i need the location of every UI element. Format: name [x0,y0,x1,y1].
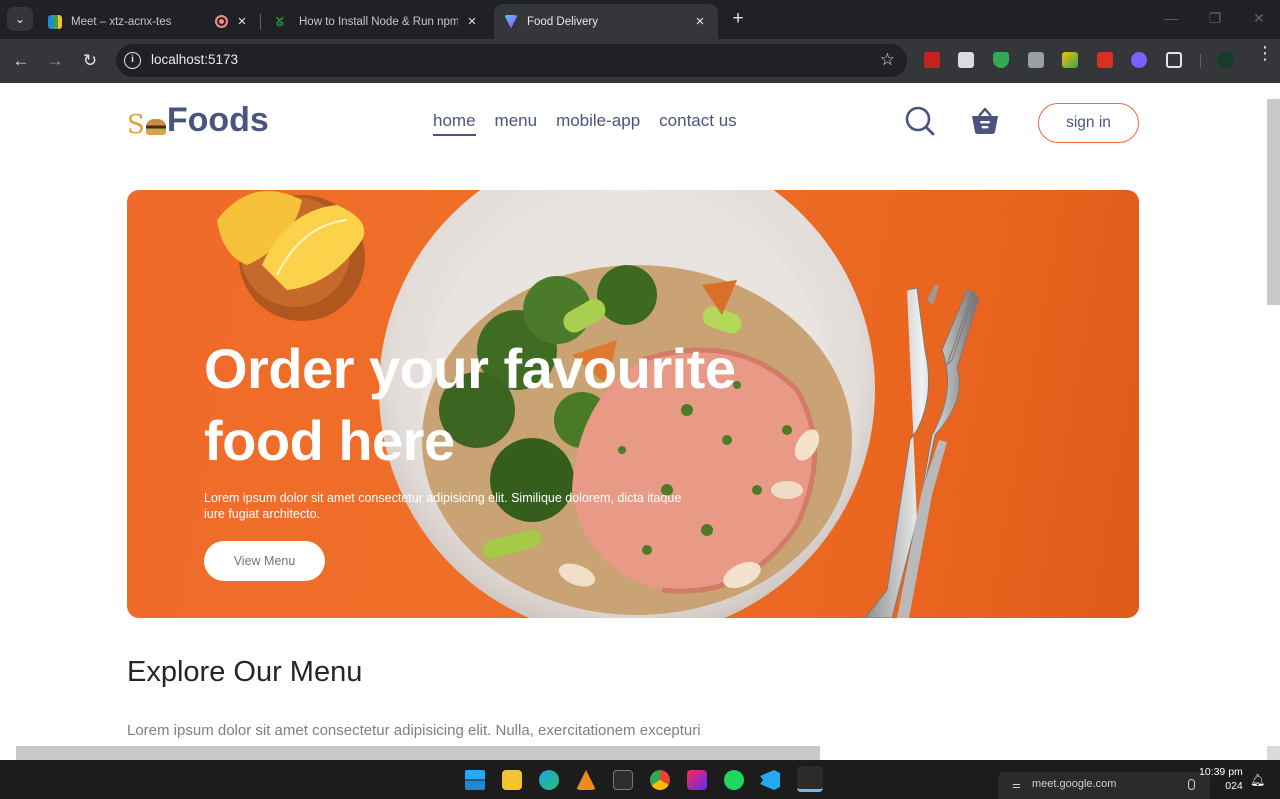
site-info-icon[interactable]: i [124,52,141,69]
web-page: S Foods home menu mobile-app contact us … [0,83,1267,760]
site-logo[interactable]: S Foods [127,100,269,140]
notification-banner[interactable]: ⚌ meet.google.com [998,772,1210,799]
extension-leaf-icon[interactable] [1062,52,1078,68]
clock-time: 10:39 pm [1199,766,1243,778]
meet-app-icon[interactable] [797,766,823,792]
clock-date: 024 [1225,780,1243,792]
extension-shield-icon[interactable] [993,52,1009,68]
windows-start-icon[interactable] [465,770,485,790]
chevron-down-icon: ⌄ [14,12,26,26]
tab-strip: ⌄ Meet – xtz-acnx-tes × ᘜ How to Install… [0,0,1280,39]
tab-node-install[interactable]: ᘜ How to Install Node & Run npm in × [266,4,490,39]
windows-taskbar: ⚌ meet.google.com 10:39 pm 024 🔔︎ [0,760,1280,799]
vlc-icon[interactable] [576,770,596,790]
burger-logo-icon [145,119,166,135]
nav-contact-us[interactable]: contact us [659,111,737,136]
nav-menu[interactable]: menu [495,111,538,136]
tab-title: Food Delivery [527,15,598,28]
navbar-menu: home menu mobile-app contact us [433,111,737,136]
recording-icon [215,15,228,28]
browser-toolbar: ← → ↻ i localhost:5173 ☆ ⋮ [0,39,1280,83]
basket-icon[interactable] [970,105,1000,135]
notification-site: meet.google.com [1032,778,1117,790]
view-menu-button[interactable]: View Menu [204,541,325,581]
spotify-icon[interactable] [724,770,744,790]
bookmark-star-icon[interactable]: ☆ [880,50,895,70]
chrome-icon[interactable] [650,770,670,790]
horizontal-scrollbar[interactable] [16,746,820,760]
gfg-icon: ᘜ [276,14,284,29]
logo-word: Foods [166,101,269,139]
edge-icon[interactable] [539,770,559,790]
system-clock[interactable]: 10:39 pm 024 [1199,765,1243,793]
microphone-icon [1188,779,1195,790]
scrollbar-thumb[interactable] [1267,99,1280,305]
explore-menu-heading: Explore Our Menu [127,656,363,688]
notification-bell-icon[interactable]: 🔔︎ [1250,773,1265,787]
extension-youtube-icon[interactable] [924,52,940,68]
tab-title: How to Install Node & Run npm in [299,15,458,28]
extension-purple-icon[interactable] [1131,52,1147,68]
tab-food-delivery[interactable]: Food Delivery × [494,4,718,39]
intellij-icon[interactable] [687,770,707,790]
hero-title: Order your favourite food here [204,337,736,472]
close-window-button[interactable]: ✕ [1249,10,1269,27]
extension-window-icon[interactable] [958,52,974,68]
close-icon[interactable]: × [234,13,250,30]
back-button[interactable]: ← [10,50,32,72]
forward-button[interactable]: → [44,50,66,72]
search-icon[interactable] [905,106,935,136]
extensions-puzzle-icon[interactable] [1166,52,1182,68]
sign-in-button[interactable]: sign in [1038,103,1139,143]
toolbar-divider [1200,54,1201,68]
tab-divider [260,14,261,30]
logo-letter: S [127,110,145,140]
url-text: localhost:5173 [151,52,239,67]
tab-search-button[interactable]: ⌄ [7,7,33,31]
tab-meet[interactable]: Meet – xtz-acnx-tes × [38,4,261,39]
hero-banner: Order your favourite food here Lorem ips… [127,190,1139,618]
nav-home[interactable]: home [433,111,476,136]
vscode-icon[interactable] [760,770,780,790]
explore-menu-text: Lorem ipsum dolor sit amet consectetur a… [127,722,701,739]
vite-icon [504,14,518,29]
settings-sliders-icon: ⚌ [1012,780,1021,791]
vertical-scrollbar[interactable] [1267,83,1280,760]
extension-red-icon[interactable] [1097,52,1113,68]
hero-description: Lorem ipsum dolor sit amet consectetur a… [204,491,682,521]
chrome-menu-icon[interactable]: ⋮ [1256,44,1274,62]
nav-mobile-app[interactable]: mobile-app [556,111,640,136]
scrollbar-arrow[interactable] [1267,746,1280,760]
minimize-button[interactable]: — [1161,10,1181,26]
terminal-icon[interactable] [613,770,633,790]
restore-button[interactable]: ❐ [1205,10,1225,27]
new-tab-button[interactable]: + [729,9,747,29]
close-icon[interactable]: × [464,13,480,30]
address-bar[interactable]: i localhost:5173 ☆ [116,44,907,77]
close-icon[interactable]: × [692,13,708,30]
reload-button[interactable]: ↻ [79,50,101,72]
extension-off-icon[interactable] [1028,52,1044,68]
profile-avatar[interactable] [1217,51,1235,69]
meet-icon [48,14,62,29]
tab-title: Meet – xtz-acnx-tes [71,15,172,28]
file-explorer-icon[interactable] [502,770,522,790]
